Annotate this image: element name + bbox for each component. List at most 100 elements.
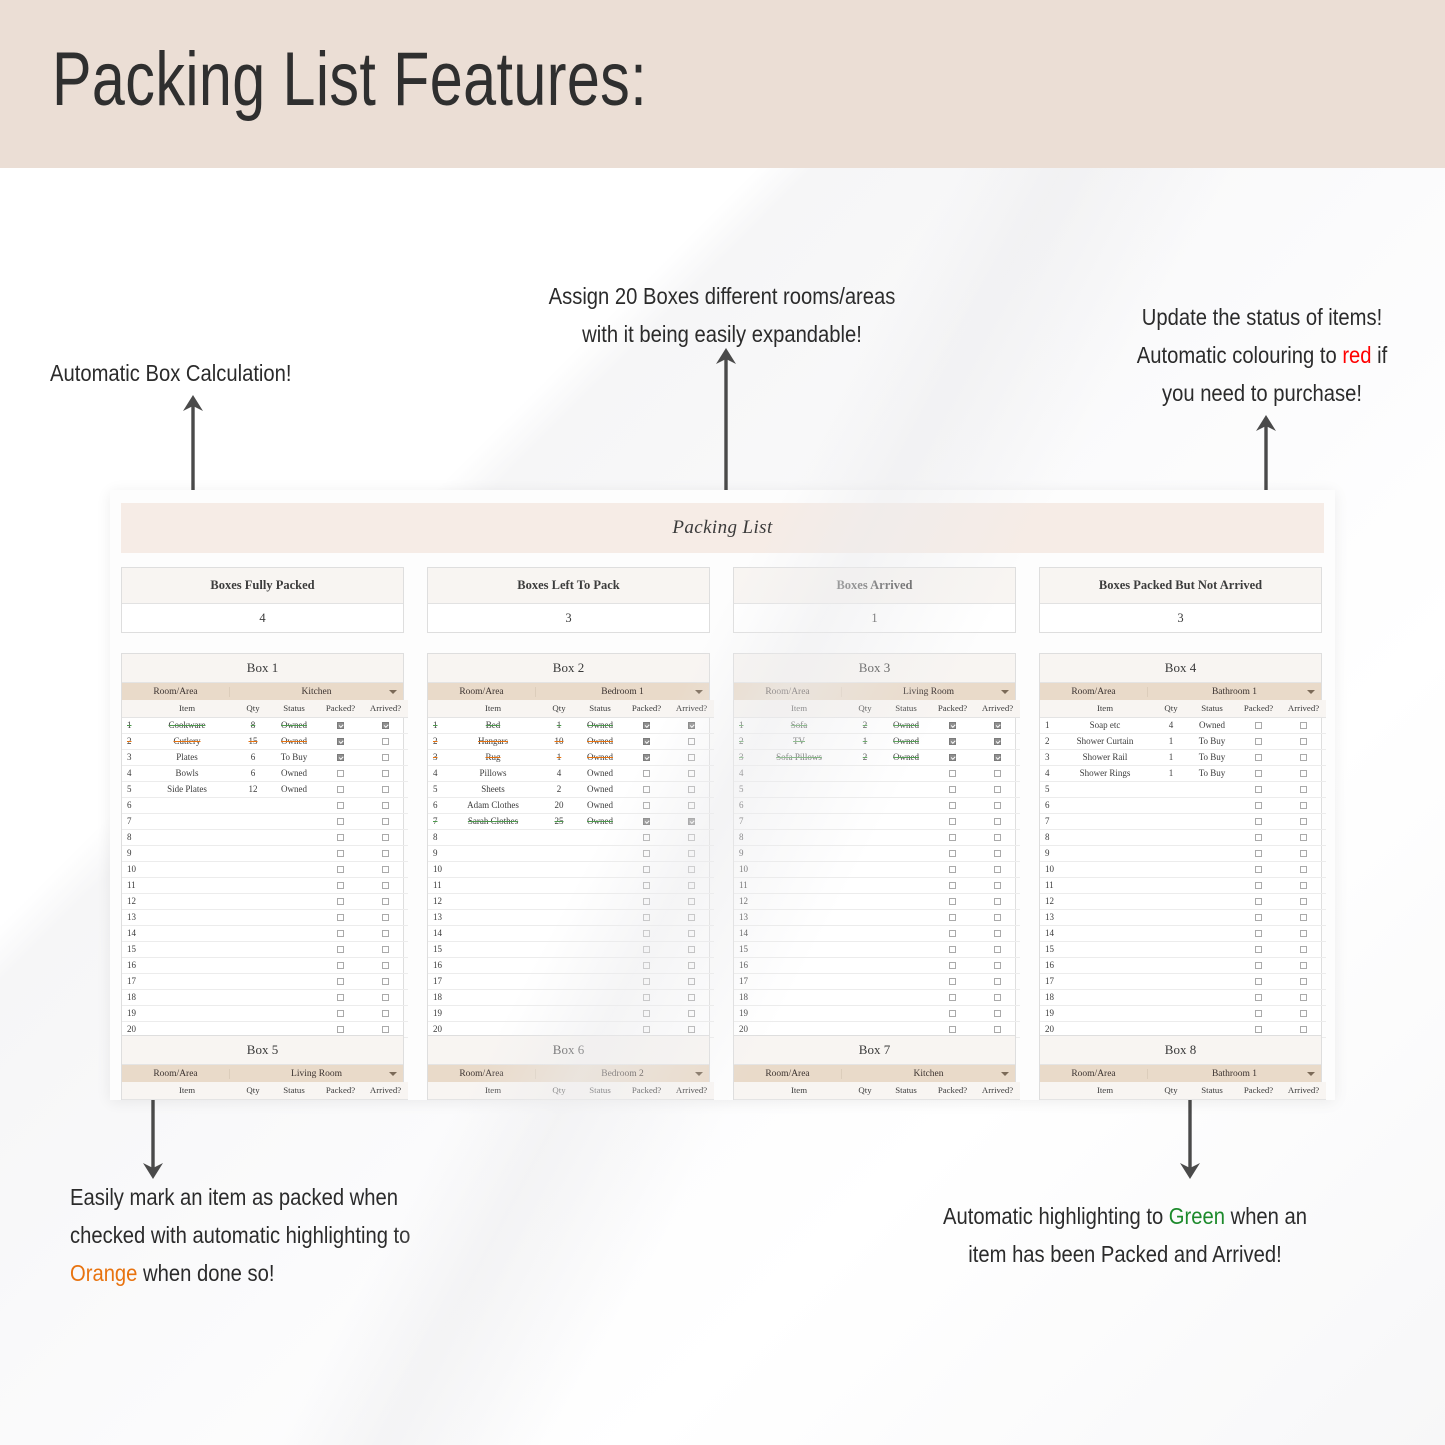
cell-item[interactable] [138,797,236,814]
cell-qty[interactable] [236,893,270,910]
cell-packed[interactable] [1236,925,1281,942]
arrived-checkbox[interactable] [1300,770,1307,778]
cell-status[interactable] [1188,957,1236,974]
packed-checkbox[interactable] [949,786,956,794]
cell-arrived[interactable] [669,733,714,750]
cell-status[interactable] [270,1005,318,1022]
arrived-checkbox[interactable] [994,994,1001,1002]
arrived-checkbox[interactable] [1300,722,1307,730]
cell-qty[interactable] [848,829,882,846]
table-row[interactable]: 6 [1040,797,1326,814]
cell-qty[interactable] [848,941,882,958]
cell-status[interactable] [576,893,624,910]
cell-qty[interactable] [542,1005,576,1022]
cell-qty[interactable]: 2 [542,781,576,798]
cell-arrived[interactable] [975,781,1020,798]
cell-arrived[interactable] [1281,877,1326,894]
chevron-down-icon[interactable] [1001,1071,1009,1076]
arrived-checkbox[interactable] [382,946,389,954]
cell-qty[interactable] [236,877,270,894]
cell-qty[interactable]: 25 [542,813,576,830]
cell-packed[interactable] [1236,813,1281,830]
cell-status[interactable] [882,893,930,910]
cell-arrived[interactable] [363,749,408,766]
cell-arrived[interactable] [363,861,408,878]
cell-qty[interactable]: 6 [236,749,270,766]
cell-arrived[interactable] [1281,717,1326,734]
table-row[interactable]: 2 Hangars 10 Owned [428,733,714,750]
cell-packed[interactable] [930,909,975,926]
cell-arrived[interactable] [363,733,408,750]
cell-status[interactable] [1188,797,1236,814]
cell-arrived[interactable] [1281,797,1326,814]
table-row[interactable]: 8 [428,829,714,846]
cell-status[interactable] [270,909,318,926]
cell-qty[interactable] [542,829,576,846]
cell-packed[interactable] [318,861,363,878]
arrived-checkbox[interactable] [382,850,389,858]
cell-packed[interactable] [1236,733,1281,750]
packed-checkbox[interactable] [337,946,344,954]
cell-packed[interactable] [318,1005,363,1022]
cell-qty[interactable] [848,925,882,942]
packed-checkbox[interactable] [949,722,956,730]
table-row[interactable]: 10 [734,861,1020,878]
cell-item[interactable] [750,1005,848,1022]
cell-status[interactable]: Owned [576,797,624,814]
table-row[interactable]: 4 Bowls 6 Owned [122,765,408,782]
cell-item[interactable]: Bed [444,717,542,734]
packed-checkbox[interactable] [643,802,650,810]
arrived-checkbox[interactable] [994,786,1001,794]
table-row[interactable]: 15 [428,941,714,958]
cell-arrived[interactable] [975,749,1020,766]
table-row[interactable]: 1 Bed 1 Owned [428,717,714,734]
cell-item[interactable] [1056,893,1154,910]
table-row[interactable]: 1 Cookware 8 Owned [122,717,408,734]
cell-status[interactable] [270,813,318,830]
cell-packed[interactable] [318,717,363,734]
table-row[interactable]: 19 [734,1005,1020,1022]
arrived-checkbox[interactable] [994,882,1001,890]
table-row[interactable]: 7 [1040,813,1326,830]
cell-item[interactable] [1056,877,1154,894]
packed-checkbox[interactable] [1255,962,1262,970]
room-area-select[interactable]: Kitchen [230,687,403,697]
arrived-checkbox[interactable] [688,978,695,986]
cell-status[interactable] [270,989,318,1006]
cell-packed[interactable] [318,989,363,1006]
table-row[interactable]: 6 Adam Clothes 20 Owned [428,797,714,814]
table-row[interactable]: 16 [428,957,714,974]
cell-item[interactable] [1056,813,1154,830]
table-row[interactable]: 18 [122,989,408,1006]
cell-packed[interactable] [930,893,975,910]
packed-checkbox[interactable] [949,834,956,842]
cell-packed[interactable] [930,765,975,782]
cell-arrived[interactable] [363,925,408,942]
cell-status[interactable] [1188,925,1236,942]
arrived-checkbox[interactable] [382,1026,389,1034]
table-row[interactable]: 17 [428,973,714,990]
cell-qty[interactable]: 1 [542,717,576,734]
cell-item[interactable] [1056,909,1154,926]
cell-qty[interactable]: 1 [1154,765,1188,782]
cell-packed[interactable] [1236,1005,1281,1022]
cell-qty[interactable]: 12 [236,781,270,798]
cell-status[interactable] [576,909,624,926]
table-row[interactable]: 18 [734,989,1020,1006]
cell-item[interactable]: Bowls [138,765,236,782]
cell-item[interactable] [444,861,542,878]
cell-arrived[interactable] [1281,829,1326,846]
cell-packed[interactable] [1236,797,1281,814]
table-row[interactable]: 7 [122,813,408,830]
arrived-checkbox[interactable] [1300,1010,1307,1018]
cell-arrived[interactable] [363,957,408,974]
cell-qty[interactable]: 2 [848,717,882,734]
cell-qty[interactable] [848,973,882,990]
packed-checkbox[interactable] [1255,1026,1262,1034]
arrived-checkbox[interactable] [688,802,695,810]
cell-arrived[interactable] [363,717,408,734]
cell-status[interactable] [576,989,624,1006]
cell-item[interactable]: Sheets [444,781,542,798]
cell-qty[interactable] [1154,797,1188,814]
table-row[interactable]: 2 Cutlery 15 Owned [122,733,408,750]
